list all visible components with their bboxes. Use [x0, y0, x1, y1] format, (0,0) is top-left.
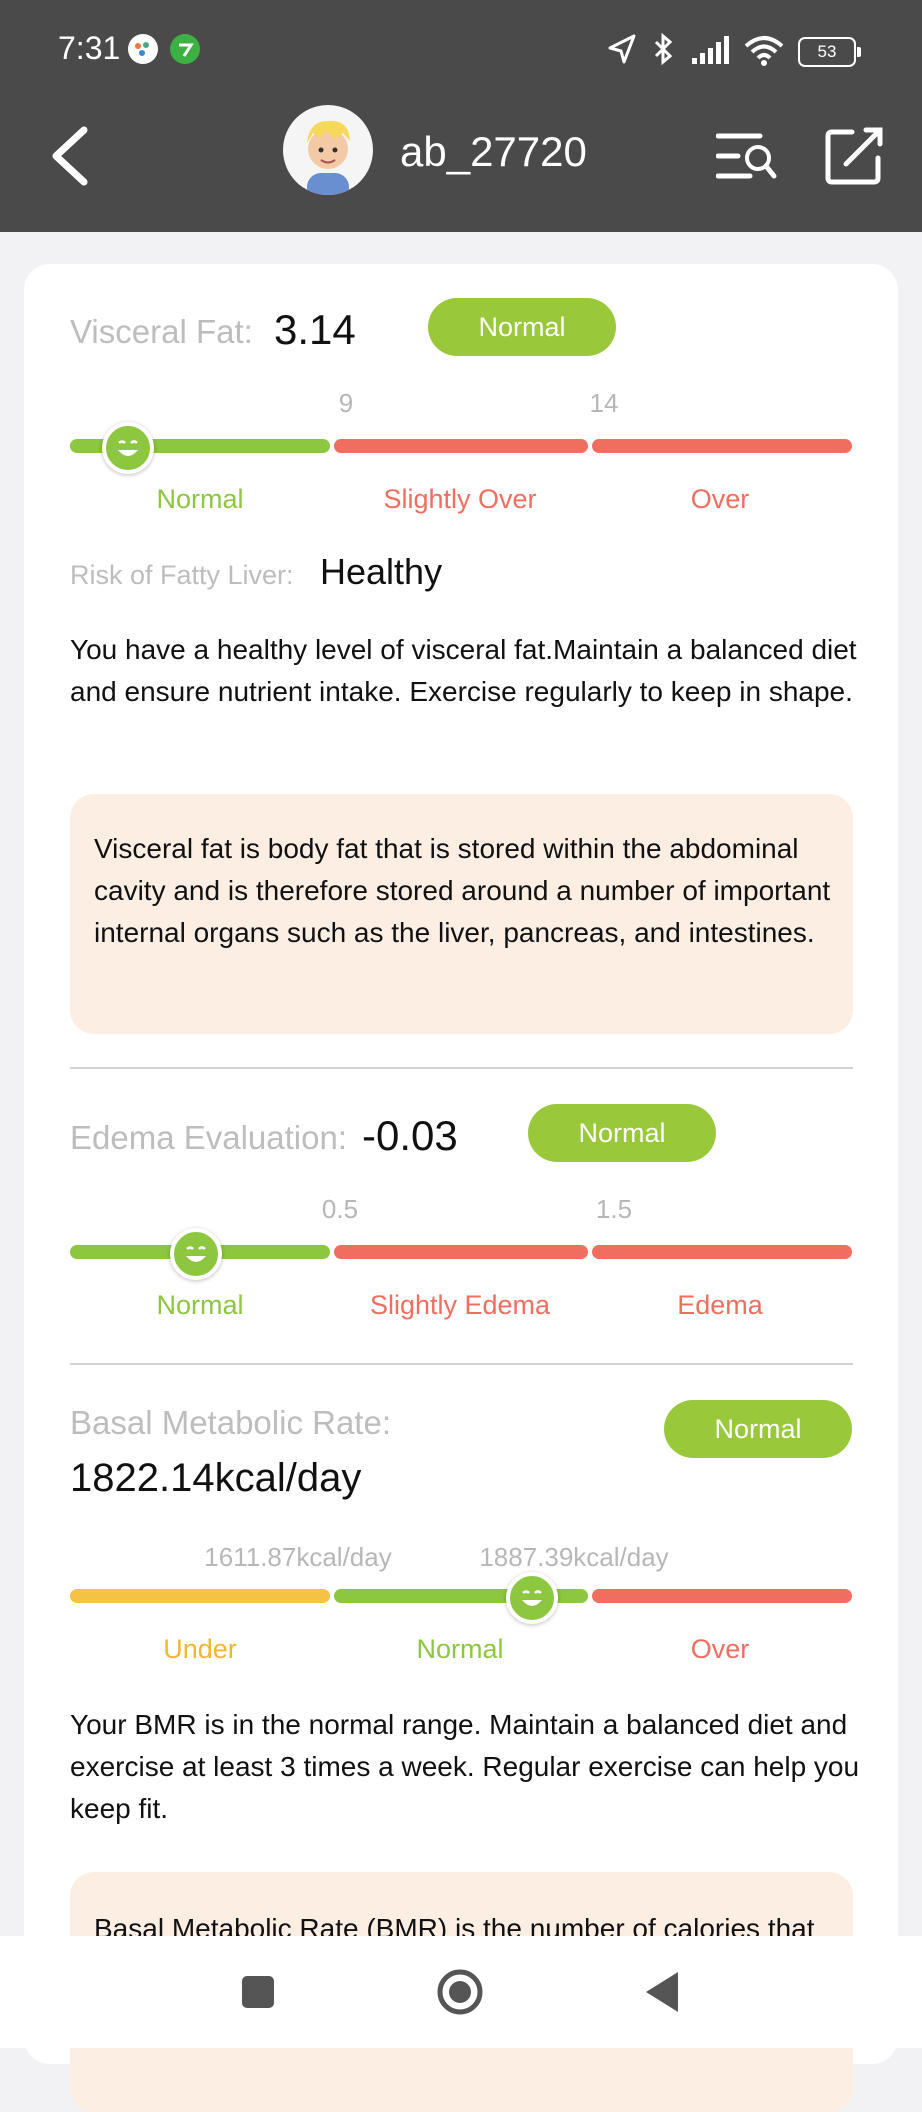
edema-value: -0.03 [362, 1112, 458, 1159]
top-header: 7:31 53 ab_27720 [0, 0, 922, 232]
edema-smiley-indicator-icon [170, 1228, 222, 1280]
edema-status-badge: Normal [528, 1104, 716, 1162]
avatar[interactable] [283, 105, 373, 195]
visceral-zone-over: Over [690, 484, 750, 514]
edema-tick-1: 0.5 [321, 1194, 359, 1224]
battery-indicator: 53 [798, 37, 861, 67]
signal-icon [692, 36, 729, 64]
edema-bar-slightly-edema [334, 1245, 588, 1259]
visceral-info-box: Visceral fat is body fat that is stored … [70, 794, 853, 1034]
visceral-smiley-indicator-icon [102, 422, 154, 474]
visceral-advice-text: You have a healthy level of visceral fat… [70, 634, 857, 707]
fatty-liver-risk-label: Risk of Fatty Liver: [70, 560, 294, 590]
visceral-bar-over [592, 439, 852, 453]
bmr-zone-under: Under [163, 1634, 237, 1664]
visceral-tick-1: 9 [338, 388, 354, 418]
edema-zone-edema: Edema [677, 1290, 763, 1320]
edema-zone-slightly-edema: Slightly Edema [369, 1290, 551, 1320]
bmr-status-badge: Normal [664, 1400, 852, 1458]
home-circle-icon[interactable] [436, 1968, 484, 2016]
visceral-zone-slightly-over: Slightly Over [383, 484, 537, 514]
bmr-tick-1: 1611.87kcal/day [204, 1542, 392, 1572]
divider [70, 1067, 853, 1069]
visceral-bar-slightly-over [334, 439, 588, 453]
header-username: ab_27720 [400, 128, 587, 175]
bluetooth-icon [654, 32, 673, 66]
bmr-advice-text: Your BMR is in the normal range. Maintai… [70, 1709, 860, 1824]
bmr-value: 1822.14kcal/day [70, 1456, 362, 1500]
visceral-tick-2: 14 [589, 388, 619, 418]
visceral-zone-normal: Normal [156, 484, 244, 514]
edit-icon[interactable] [822, 124, 886, 188]
bmr-bar-over [592, 1589, 852, 1603]
edema-bar-edema [592, 1245, 852, 1259]
bmr-smiley-indicator-icon [506, 1572, 558, 1624]
back-triangle-icon[interactable] [644, 1970, 680, 2014]
bmr-bar-under [70, 1589, 330, 1603]
edema-label: Edema Evaluation: [70, 1119, 348, 1156]
bmr-tick-2: 1887.39kcal/day [479, 1542, 669, 1572]
status-bar: 7:31 53 [0, 0, 922, 100]
system-nav-bar [0, 1936, 922, 2048]
bmr-zone-over: Over [690, 1634, 750, 1664]
status-time: 7:31 [58, 30, 121, 66]
search-list-icon[interactable] [716, 130, 778, 182]
edema-zone-normal: Normal [156, 1290, 244, 1320]
divider [70, 1363, 853, 1365]
visceral-fat-label: Visceral Fat: [70, 313, 253, 350]
wifi-icon [744, 36, 784, 66]
notification-app-icon-2 [170, 34, 200, 64]
back-arrow-icon[interactable] [48, 124, 92, 188]
visceral-fat-status-badge: Normal [428, 298, 616, 356]
visceral-info-text: Visceral fat is body fat that is stored … [94, 833, 831, 948]
bmr-label: Basal Metabolic Rate: [70, 1404, 391, 1441]
edema-tick-2: 1.5 [595, 1194, 633, 1224]
location-icon [608, 34, 636, 64]
report-card: Visceral Fat: 3.14 Normal 9 14 Normal Sl… [24, 264, 898, 2112]
visceral-fat-value: 3.14 [274, 306, 356, 353]
home-square-icon[interactable] [240, 1974, 276, 2010]
bmr-zone-normal: Normal [416, 1634, 504, 1664]
fatty-liver-risk-value: Healthy [320, 551, 443, 592]
notification-app-icon [128, 34, 158, 64]
